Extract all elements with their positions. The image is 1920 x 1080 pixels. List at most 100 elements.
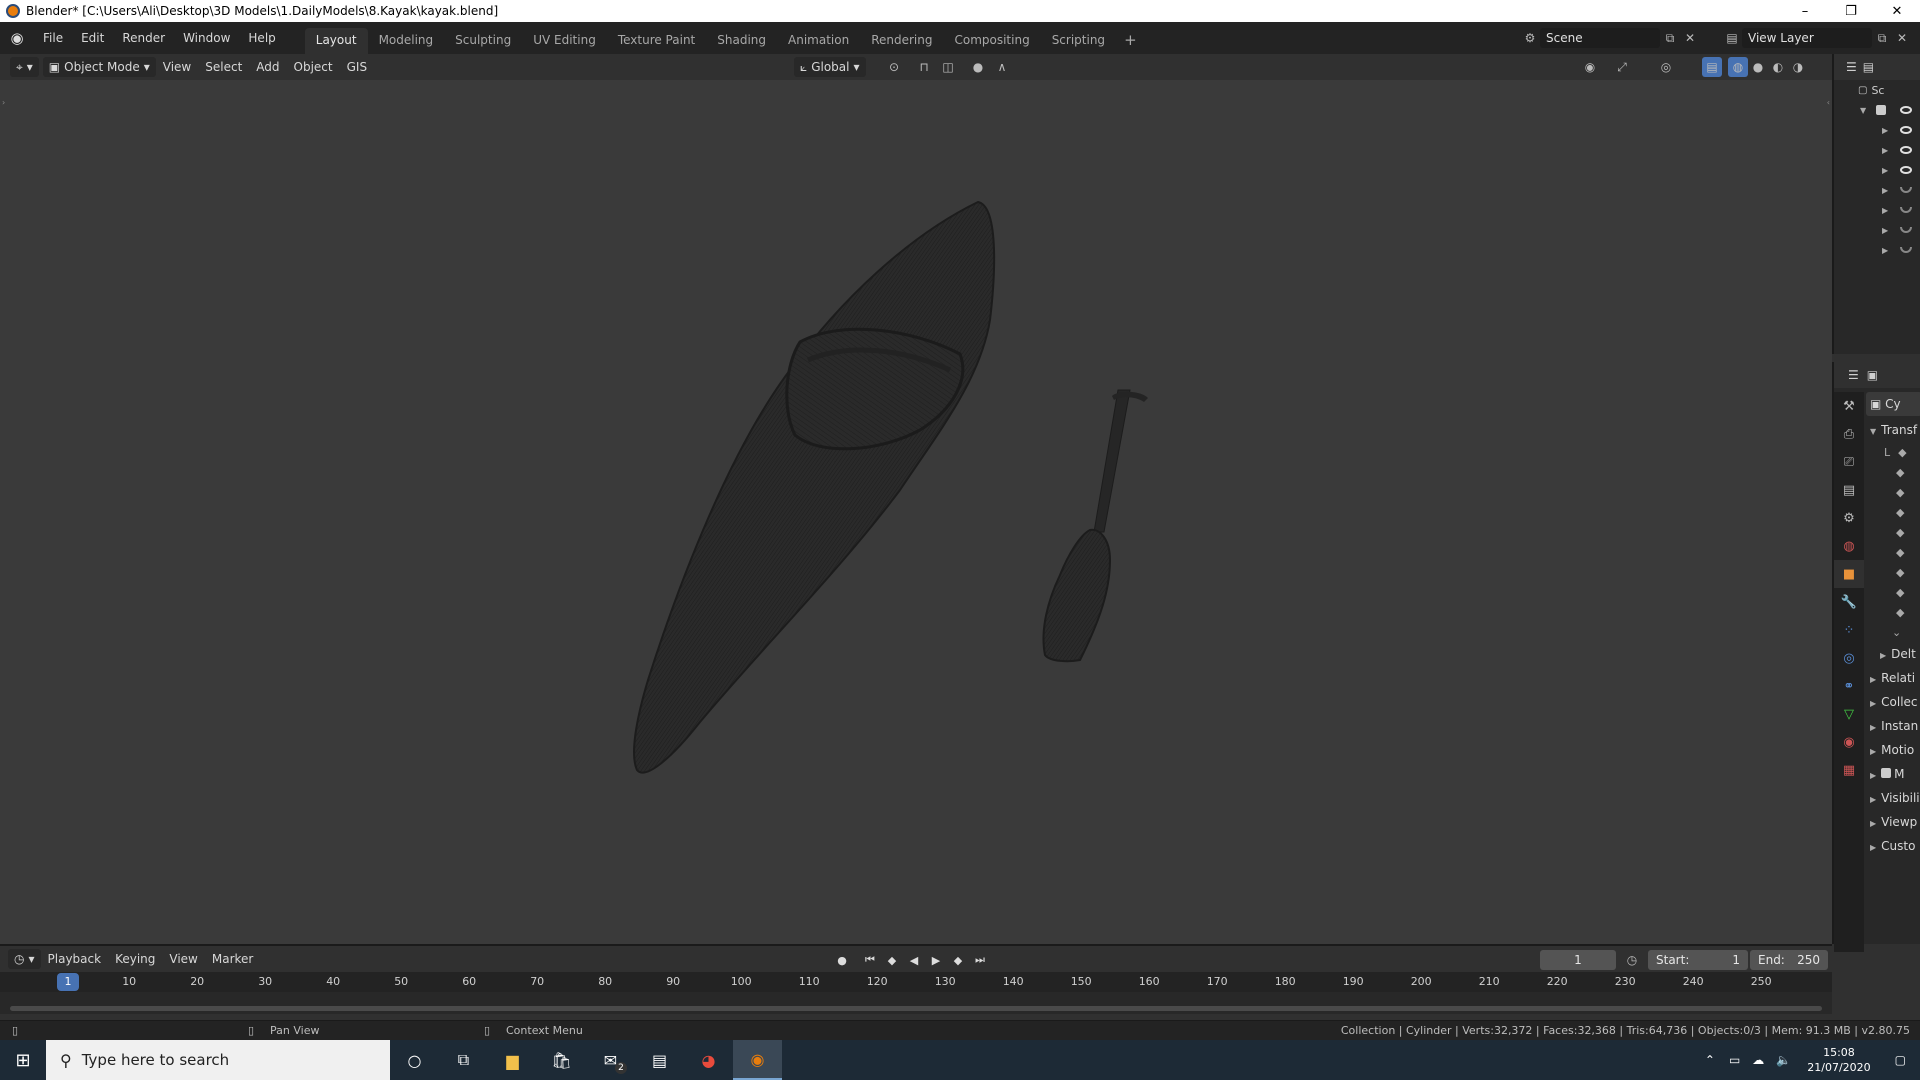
visibility-icon[interactable]: ◉ bbox=[1580, 57, 1600, 77]
rendered-shading-icon[interactable]: ◑ bbox=[1788, 57, 1808, 77]
play-reverse-icon[interactable]: ◀ bbox=[904, 950, 924, 970]
keyframe-row[interactable]: ◆ bbox=[1866, 582, 1920, 602]
viewport-menu-gis[interactable]: GIS bbox=[340, 57, 374, 77]
viewport-menu-select[interactable]: Select bbox=[198, 57, 249, 77]
mail-icon[interactable]: ✉ 2 bbox=[586, 1040, 635, 1080]
keyframe-icon[interactable]: ◆ bbox=[1896, 546, 1904, 559]
tab-modeling[interactable]: Modeling bbox=[368, 28, 445, 54]
tab-scripting[interactable]: Scripting bbox=[1041, 28, 1116, 54]
delete-view-layer-icon[interactable]: ✕ bbox=[1892, 28, 1912, 48]
object-expand-icon[interactable]: ▶ bbox=[1882, 146, 1888, 155]
cortana-icon[interactable]: ○ bbox=[390, 1040, 439, 1080]
texture-tab-icon[interactable]: ▦ bbox=[1834, 756, 1864, 784]
render-tab-icon[interactable]: ⎙ bbox=[1834, 420, 1864, 448]
snap-target-icon[interactable]: ◫ bbox=[938, 57, 958, 77]
keyframe-icon[interactable]: ◆ bbox=[1896, 606, 1904, 619]
microsoft-store-icon[interactable]: 🛍 bbox=[537, 1040, 586, 1080]
jump-start-icon[interactable]: ⏮ bbox=[860, 950, 880, 970]
jump-keyframe-forward-icon[interactable]: ◆ bbox=[948, 950, 968, 970]
toolbar-expand-icon[interactable]: › bbox=[2, 98, 5, 107]
timeline-ruler[interactable]: 1 10 20 30 40 50 60 70 80 90 100 110 120 130 140 150 160… bbox=[0, 972, 1832, 992]
world-tab-icon[interactable]: ◍ bbox=[1834, 532, 1864, 560]
object-name-field[interactable]: ▣ Cy bbox=[1866, 392, 1920, 416]
material-tab-icon[interactable]: ◉ bbox=[1834, 728, 1864, 756]
keyframe-row[interactable]: ◆ bbox=[1866, 482, 1920, 502]
outliner-object-row[interactable]: ▶ bbox=[1834, 160, 1920, 180]
object-expand-icon[interactable]: ▶ bbox=[1882, 126, 1888, 135]
viewport-menu-add[interactable]: Add bbox=[249, 57, 286, 77]
collection-eye-icon[interactable] bbox=[1900, 106, 1912, 114]
timeline-area[interactable]: 1 10 20 30 40 50 60 70 80 90 100 110 120 130 140 150 160… bbox=[0, 972, 1832, 1014]
object-expand-icon[interactable]: ▶ bbox=[1882, 246, 1888, 255]
tab-rendering[interactable]: Rendering bbox=[860, 28, 943, 54]
scene-name-field[interactable]: Scene bbox=[1540, 28, 1660, 48]
tray-expand-icon[interactable]: ⌃ bbox=[1697, 1053, 1723, 1067]
paddle-blade-mesh[interactable] bbox=[1042, 528, 1112, 663]
keyframe-icon[interactable]: ◆ bbox=[1896, 526, 1904, 539]
kayak-mesh[interactable] bbox=[633, 200, 996, 774]
tab-shading[interactable]: Shading bbox=[706, 28, 777, 54]
constraints-tab-icon[interactable]: ⚭ bbox=[1834, 672, 1864, 700]
object-mode-dropdown[interactable]: ▣ Object Mode ▾ bbox=[42, 57, 156, 77]
gizmo-icon[interactable]: ⤢ bbox=[1612, 57, 1632, 77]
panel-visibility[interactable]: ▶ Visibili bbox=[1866, 786, 1920, 810]
tab-layout[interactable]: Layout bbox=[304, 28, 368, 54]
keyframe-row[interactable]: ◆ bbox=[1866, 502, 1920, 522]
menu-edit[interactable]: Edit bbox=[72, 27, 113, 49]
keyframe-row[interactable]: ◆ bbox=[1866, 602, 1920, 622]
modifier-tab-icon[interactable]: 🔧 bbox=[1834, 588, 1864, 616]
view-layer-tab-icon[interactable]: ▤ bbox=[1834, 476, 1864, 504]
onedrive-icon[interactable]: ☁ bbox=[1746, 1053, 1770, 1067]
menu-help[interactable]: Help bbox=[239, 27, 284, 49]
editor-type-dropdown[interactable]: ⌖ ▾ bbox=[10, 57, 39, 77]
panel-custom-properties[interactable]: ▶ Custo bbox=[1866, 834, 1920, 858]
record-icon[interactable]: ● bbox=[832, 950, 852, 970]
sidebar-expand-icon[interactable]: ‹ bbox=[1827, 98, 1830, 107]
timeline-scrollbar[interactable] bbox=[10, 1006, 1822, 1011]
rotation-mode-row[interactable]: ⌄ bbox=[1866, 622, 1920, 642]
viewport-menu-view[interactable]: View bbox=[156, 57, 198, 77]
outliner-object-row[interactable]: ▶ bbox=[1834, 120, 1920, 140]
outliner-object-row[interactable]: ▶ bbox=[1834, 240, 1920, 260]
object-eye-closed-icon[interactable] bbox=[1900, 227, 1912, 233]
properties-editor-icon[interactable]: ☰ bbox=[1848, 368, 1859, 382]
overlays-icon[interactable]: ◎ bbox=[1656, 57, 1676, 77]
maximize-button[interactable]: ❐ bbox=[1828, 0, 1874, 22]
documents-icon[interactable]: ▤ bbox=[635, 1040, 684, 1080]
collection-checkbox-icon[interactable] bbox=[1876, 105, 1886, 115]
close-button[interactable]: ✕ bbox=[1874, 0, 1920, 22]
view-layer-name-field[interactable]: View Layer bbox=[1742, 28, 1872, 48]
object-eye-closed-icon[interactable] bbox=[1900, 247, 1912, 253]
viewport-menu-object[interactable]: Object bbox=[287, 57, 340, 77]
keyframe-icon[interactable]: ◆ bbox=[1896, 566, 1904, 579]
jump-end-icon[interactable]: ⏭ bbox=[970, 950, 990, 970]
object-expand-icon[interactable]: ▶ bbox=[1882, 166, 1888, 175]
taskbar-search-box[interactable]: ⚲ Type here to search bbox=[46, 1040, 390, 1080]
timeline-playhead[interactable]: 1 bbox=[57, 973, 79, 991]
menu-render[interactable]: Render bbox=[113, 27, 174, 49]
file-explorer-icon[interactable]: ▆ bbox=[488, 1040, 537, 1080]
3d-viewport[interactable]: › ‹ bbox=[0, 80, 1832, 944]
object-eye-closed-icon[interactable] bbox=[1900, 207, 1912, 213]
tab-texture-paint[interactable]: Texture Paint bbox=[607, 28, 706, 54]
particles-tab-icon[interactable]: ⁘ bbox=[1834, 616, 1864, 644]
end-frame-field[interactable]: End: 250 bbox=[1750, 950, 1828, 970]
chrome-icon[interactable]: ◕ bbox=[684, 1040, 733, 1080]
menu-file[interactable]: File bbox=[34, 27, 72, 49]
object-eye-icon[interactable] bbox=[1900, 166, 1912, 174]
object-expand-icon[interactable]: ▶ bbox=[1882, 226, 1888, 235]
properties-pin-icon[interactable]: ▣ bbox=[1867, 368, 1878, 382]
play-icon[interactable]: ▶ bbox=[926, 950, 946, 970]
snap-icon[interactable]: ⊓ bbox=[914, 57, 934, 77]
tool-tab-icon[interactable]: ⚒ bbox=[1834, 392, 1864, 420]
new-view-layer-icon[interactable]: ⧉ bbox=[1872, 28, 1892, 48]
keyframe-row[interactable]: ◆ bbox=[1866, 562, 1920, 582]
xray-toggle-icon[interactable]: ▤ bbox=[1702, 57, 1722, 77]
location-row[interactable]: L ◆ bbox=[1866, 442, 1920, 462]
new-scene-icon[interactable]: ⧉ bbox=[1660, 28, 1680, 48]
network-icon[interactable]: ▭ bbox=[1723, 1053, 1746, 1067]
menu-window[interactable]: Window bbox=[174, 27, 239, 49]
view-layer-icon[interactable]: ▤ bbox=[1722, 28, 1742, 48]
panel-motion-paths[interactable]: ▶ Motio bbox=[1866, 738, 1920, 762]
current-frame-field[interactable]: 1 bbox=[1540, 950, 1616, 970]
